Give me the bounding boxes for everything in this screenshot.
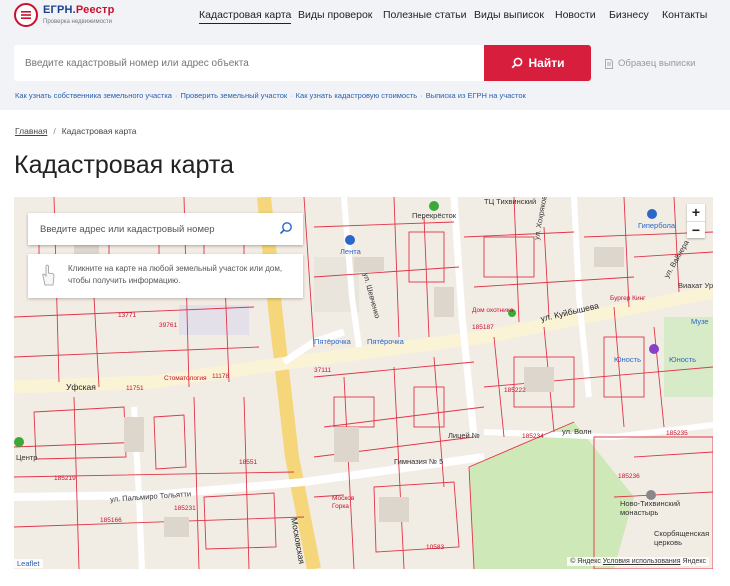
site-header: ЕГРН.Реестр Проверка недвижимости Кадаст… — [0, 0, 730, 110]
poi-label: Пятёрочка — [367, 337, 404, 346]
poi-label: Скорбященская церковь — [654, 529, 710, 547]
poi-label: Дом охотника — [472, 307, 514, 314]
poi-label: Юность — [669, 355, 696, 364]
parcel-id-label: 10583 — [426, 544, 445, 551]
parcel-id-label: 39761 — [159, 322, 178, 329]
map-search-placeholder: Введите адрес или кадастровый номер — [40, 224, 215, 235]
nav-contacts[interactable]: Контакты — [662, 9, 707, 21]
document-icon — [605, 58, 613, 69]
nav-cadastral-map[interactable]: Кадастровая карта — [199, 9, 292, 24]
quick-link-check-land[interactable]: Проверить земельный участок — [180, 91, 287, 100]
map-canvas[interactable] — [14, 197, 713, 569]
main-nav: Кадастровая карта Виды проверок Полезные… — [0, 9, 730, 25]
poi-label: Лента — [340, 247, 361, 256]
street-label: ул. Волн — [562, 427, 592, 436]
breadcrumb: Главная / Кадастровая карта — [15, 126, 137, 136]
nav-business[interactable]: Бизнесу — [609, 9, 649, 21]
poi-label: ТЦ Тихвинский — [484, 197, 537, 206]
quick-link-extract[interactable]: Выписка из ЕГРН на участок — [426, 91, 526, 100]
page-title: Кадастровая карта — [14, 151, 234, 179]
poi-label: Перекрёсток — [412, 211, 457, 220]
quick-links: Как узнать собственника земельного участ… — [15, 91, 526, 100]
map-search-icon[interactable] — [279, 221, 293, 235]
poi-label: Юность — [614, 355, 641, 364]
parcel-id-label: 185235 — [666, 430, 688, 437]
parcel-id-label: 185234 — [522, 433, 544, 440]
nav-useful-articles[interactable]: Полезные статьи — [383, 9, 467, 21]
parcel-id-label: 185231 — [174, 505, 196, 512]
zoom-out-button[interactable]: − — [687, 221, 705, 238]
hand-pointer-icon — [42, 264, 55, 286]
parcel-id-label: 185187 — [472, 324, 494, 331]
map-hint-text: Кликните на карте на любой земельный уча… — [68, 264, 283, 285]
cadastral-map[interactable]: Введите адрес или кадастровый номер Клик… — [14, 197, 713, 569]
poi-label: Бургер Кинг — [610, 295, 646, 302]
zoom-control: + − — [687, 204, 705, 238]
terms-of-use-link[interactable]: Условия использования — [603, 558, 681, 565]
poi-lenta-icon — [345, 235, 355, 245]
parcel-id-label: 18551 — [239, 459, 258, 466]
poi-perekryostok-icon — [429, 201, 439, 211]
parcel-id-label: 185219 — [54, 475, 76, 482]
poi-label: Гипербола — [638, 221, 676, 230]
poi-giperbola-icon — [647, 209, 657, 219]
poi-label: Центр — [16, 453, 38, 462]
leaflet-link[interactable]: Leaflet — [14, 559, 43, 568]
parcel-id-label: 185166 — [100, 517, 122, 524]
breadcrumb-home[interactable]: Главная — [15, 126, 47, 136]
poi-label: Ново-Тихвинский монастырь — [620, 499, 681, 517]
find-button[interactable]: Найти — [484, 45, 591, 81]
poi-label: Виахат Уро — [678, 281, 713, 290]
map-search-input[interactable]: Введите адрес или кадастровый номер — [28, 213, 303, 245]
parcel-id-label: 185222 — [504, 387, 526, 394]
find-button-label: Найти — [528, 56, 565, 70]
attribution-provider: © Яндекс — [570, 558, 601, 565]
poi-label: Музе — [691, 317, 709, 326]
attribution-brand: Яндекс — [682, 558, 706, 565]
parcel-id-label: 13771 — [118, 312, 137, 319]
search-icon — [511, 57, 522, 69]
parcel-id-label: 37111 — [314, 367, 332, 374]
map-attribution: © Яндекс Условия использования Яндекс — [567, 557, 709, 566]
sample-extract-link[interactable]: Образец выписки — [605, 58, 695, 69]
parcel-id-label: 11751 — [126, 385, 144, 392]
nav-extract-types[interactable]: Виды выписок — [474, 9, 544, 21]
map-hint: Кликните на карте на любой земельный уча… — [28, 254, 303, 298]
street-label: Уфская — [66, 382, 96, 392]
poi-label: Стоматология — [164, 375, 207, 382]
quick-link-owner[interactable]: Как узнать собственника земельного участ… — [15, 91, 172, 100]
parcel-id-label: 11178 — [212, 373, 230, 380]
quick-link-cadastral-value[interactable]: Как узнать кадастровую стоимость — [296, 91, 418, 100]
poi-label: Гимназия № 5 — [394, 457, 444, 466]
poi-label: Пятёрочка — [314, 337, 351, 346]
nav-check-types[interactable]: Виды проверок — [298, 9, 372, 21]
parcel-id-label: 185236 — [618, 473, 640, 480]
breadcrumb-current: Кадастровая карта — [61, 126, 137, 136]
poi-label: Москов Горка — [332, 495, 355, 510]
poi-label: Лицей № — [448, 431, 480, 440]
nav-news[interactable]: Новости — [555, 9, 596, 21]
sample-extract-label: Образец выписки — [618, 58, 696, 69]
search-input[interactable] — [14, 45, 484, 81]
zoom-in-button[interactable]: + — [687, 204, 705, 221]
